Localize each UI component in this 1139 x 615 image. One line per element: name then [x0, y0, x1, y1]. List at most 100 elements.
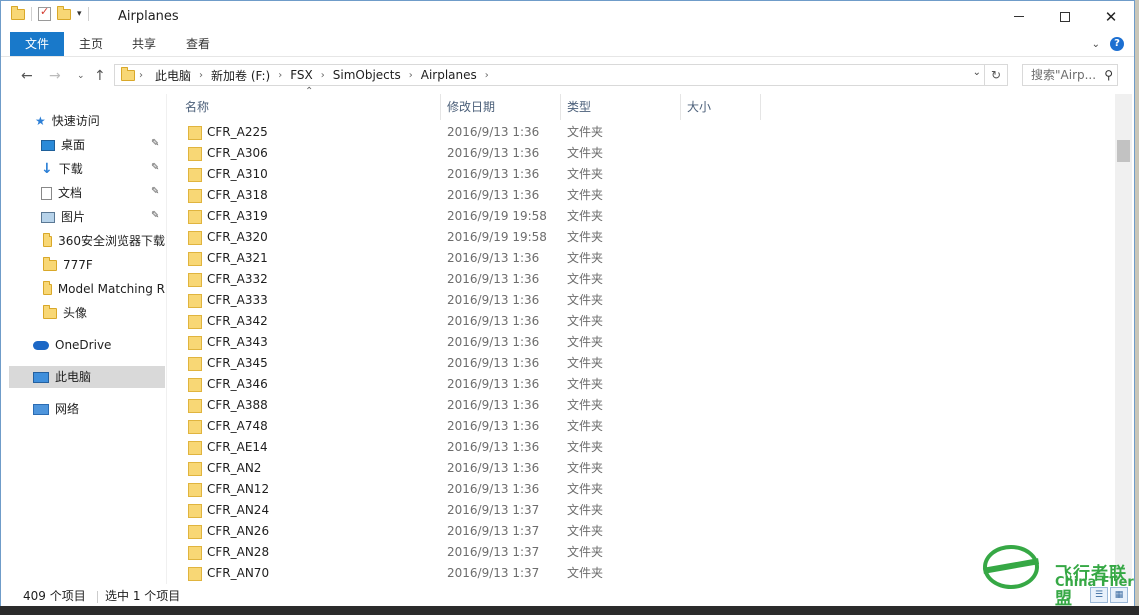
file-row[interactable]: CFR_AN12 2016/9/13 1:36 文件夹: [167, 479, 727, 500]
folder-icon: [188, 399, 202, 413]
expand-ribbon-icon[interactable]: ⌄: [1092, 39, 1100, 50]
file-row[interactable]: CFR_A388 2016/9/13 1:36 文件夹: [167, 395, 727, 416]
pin-icon[interactable]: ✎: [151, 186, 159, 197]
column-header-size[interactable]: 大小: [687, 94, 711, 120]
ribbon: 文件 主页 共享 查看 ⌄ ?: [1, 32, 1134, 57]
file-row[interactable]: CFR_A319 2016/9/19 19:58 文件夹: [167, 206, 727, 227]
sidebar-item-onedrive[interactable]: OneDrive: [33, 334, 111, 356]
file-row[interactable]: CFR_A318 2016/9/13 1:36 文件夹: [167, 185, 727, 206]
sidebar-item-label: 下载: [58, 162, 83, 176]
folder-icon: [188, 546, 202, 560]
breadcrumb-item[interactable]: Airplanes: [417, 68, 481, 82]
file-type: 文件夹: [567, 251, 604, 265]
sidebar-item-documents[interactable]: 文档: [41, 182, 82, 204]
file-row[interactable]: CFR_A346 2016/9/13 1:36 文件夹: [167, 374, 727, 395]
sidebar-item-downloads[interactable]: ↓ 下载: [41, 158, 83, 180]
file-row[interactable]: CFR_A320 2016/9/19 19:58 文件夹: [167, 227, 727, 248]
file-row[interactable]: CFR_AN24 2016/9/13 1:37 文件夹: [167, 500, 727, 521]
sidebar-item-label: 头像: [63, 306, 88, 320]
address-bar[interactable]: › 此电脑 › 新加卷 (F:) › FSX › SimObjects › Ai…: [114, 64, 1008, 86]
file-type: 文件夹: [567, 167, 604, 181]
back-arrow-icon[interactable]: ←: [21, 68, 33, 84]
chevron-right-icon[interactable]: ›: [274, 70, 286, 81]
title-bar: ▾ Airplanes ✕: [1, 1, 1134, 32]
file-row[interactable]: CFR_AN28 2016/9/13 1:37 文件夹: [167, 542, 727, 563]
file-row[interactable]: CFR_A321 2016/9/13 1:36 文件夹: [167, 248, 727, 269]
sidebar-item-desktop[interactable]: 桌面: [41, 134, 85, 156]
file-row[interactable]: CFR_A342 2016/9/13 1:36 文件夹: [167, 311, 727, 332]
sidebar-item-network[interactable]: 网络: [33, 398, 79, 420]
file-row[interactable]: CFR_A306 2016/9/13 1:36 文件夹: [167, 143, 727, 164]
tab-home[interactable]: 主页: [71, 32, 111, 56]
chevron-right-icon[interactable]: ›: [481, 70, 493, 81]
folder-icon: [188, 567, 202, 581]
forward-arrow-icon[interactable]: →: [49, 68, 61, 84]
folder-icon: [188, 294, 202, 308]
sidebar-item-folder[interactable]: 777F: [43, 254, 165, 276]
customize-toolbar-icon[interactable]: ▾: [77, 9, 82, 19]
file-row[interactable]: CFR_AN70 2016/9/13 1:37 文件夹: [167, 563, 727, 584]
file-type: 文件夹: [567, 314, 604, 328]
pin-icon[interactable]: ✎: [151, 162, 159, 173]
file-type: 文件夹: [567, 272, 604, 286]
file-row[interactable]: CFR_A333 2016/9/13 1:36 文件夹: [167, 290, 727, 311]
column-divider[interactable]: [440, 94, 441, 120]
recent-dropdown-icon[interactable]: ⌄: [77, 71, 85, 81]
folder-icon: [188, 168, 202, 182]
file-row[interactable]: CFR_A748 2016/9/13 1:36 文件夹: [167, 416, 727, 437]
folder-icon: [188, 126, 202, 140]
chevron-right-icon[interactable]: ›: [317, 70, 329, 81]
breadcrumb-item[interactable]: SimObjects: [329, 68, 405, 82]
file-row[interactable]: CFR_A343 2016/9/13 1:36 文件夹: [167, 332, 727, 353]
file-row[interactable]: CFR_A310 2016/9/13 1:36 文件夹: [167, 164, 727, 185]
sidebar-item-label: 此电脑: [55, 370, 92, 384]
pin-icon[interactable]: ✎: [151, 138, 159, 149]
breadcrumb-item[interactable]: FSX: [286, 68, 317, 82]
scrollbar-thumb[interactable]: [1117, 140, 1130, 162]
refresh-icon[interactable]: ↻: [984, 65, 1007, 85]
file-type: 文件夹: [567, 335, 604, 349]
tab-file[interactable]: 文件: [10, 32, 64, 56]
search-input[interactable]: 搜索"Airp... ⚲: [1022, 64, 1118, 86]
pin-icon[interactable]: ✎: [151, 210, 159, 221]
file-row[interactable]: CFR_AN2 2016/9/13 1:36 文件夹: [167, 458, 727, 479]
column-divider[interactable]: [760, 94, 761, 120]
sidebar-item-folder[interactable]: 360安全浏览器下载: [43, 230, 165, 252]
new-folder-icon[interactable]: [57, 5, 71, 20]
breadcrumb-item[interactable]: 此电脑: [151, 67, 195, 84]
column-divider[interactable]: [680, 94, 681, 120]
sidebar-item-this-pc[interactable]: 此电脑: [9, 366, 165, 388]
tab-share[interactable]: 共享: [123, 32, 165, 56]
file-name: CFR_A388: [207, 398, 268, 412]
help-icon[interactable]: ?: [1110, 37, 1124, 51]
column-header-type[interactable]: 类型: [567, 94, 591, 120]
file-row[interactable]: CFR_AE14 2016/9/13 1:36 文件夹: [167, 437, 727, 458]
address-dropdown-icon[interactable]: ⌄: [973, 67, 981, 78]
chevron-right-icon[interactable]: ›: [195, 70, 207, 81]
file-type: 文件夹: [567, 398, 604, 412]
file-row[interactable]: CFR_AN26 2016/9/13 1:37 文件夹: [167, 521, 727, 542]
file-row[interactable]: CFR_A225 2016/9/13 1:36 文件夹: [167, 122, 727, 143]
file-row[interactable]: CFR_A345 2016/9/13 1:36 文件夹: [167, 353, 727, 374]
breadcrumb-item[interactable]: 新加卷 (F:): [207, 67, 274, 84]
chevron-right-icon[interactable]: ›: [135, 70, 147, 81]
column-divider[interactable]: [560, 94, 561, 120]
file-type: 文件夹: [567, 461, 604, 475]
column-header-name[interactable]: 名称: [185, 94, 209, 120]
column-header-date[interactable]: 修改日期: [447, 94, 495, 120]
maximize-button[interactable]: [1042, 1, 1088, 32]
file-row[interactable]: CFR_A332 2016/9/13 1:36 文件夹: [167, 269, 727, 290]
up-arrow-icon[interactable]: ↑: [94, 68, 106, 84]
sidebar-item-folder[interactable]: 头像: [43, 302, 165, 324]
sidebar-item-quick-access[interactable]: ★ 快速访问: [35, 110, 100, 132]
minimize-button[interactable]: [996, 1, 1042, 32]
sidebar-item-pictures[interactable]: 图片: [41, 206, 85, 228]
watermark-text-en: China Flier: [1055, 575, 1134, 590]
sidebar-item-folder[interactable]: Model Matching R: [43, 278, 165, 300]
folder-icon: [188, 378, 202, 392]
tab-view[interactable]: 查看: [177, 32, 219, 56]
close-button[interactable]: ✕: [1088, 1, 1134, 32]
vertical-scrollbar[interactable]: [1115, 94, 1132, 584]
chevron-right-icon[interactable]: ›: [405, 70, 417, 81]
properties-icon[interactable]: [38, 5, 51, 21]
